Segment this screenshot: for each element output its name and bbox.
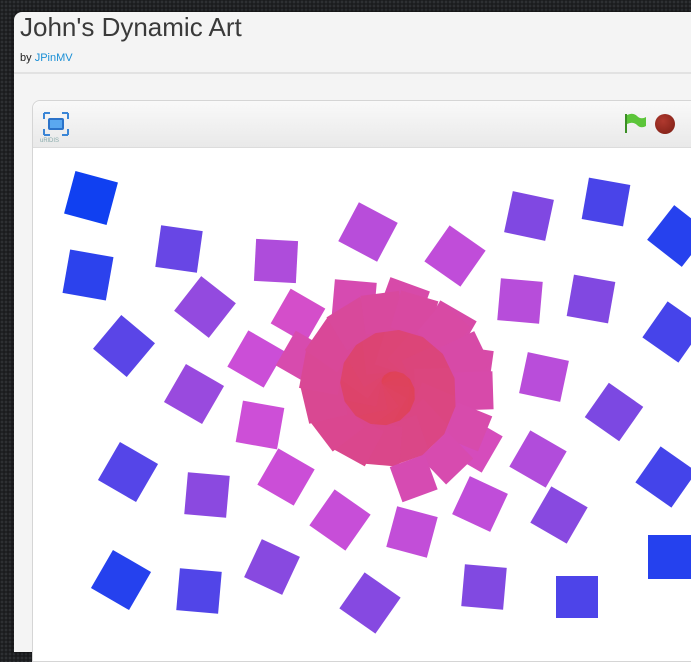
stage-canvas[interactable]: [33, 148, 691, 661]
art-square: [257, 448, 315, 506]
art-square: [635, 446, 691, 508]
art-square: [64, 171, 118, 225]
player-toolbar: uRlDIS: [33, 101, 691, 148]
project-title: John's Dynamic Art: [20, 12, 242, 42]
art-square: [584, 382, 644, 442]
art-square: [174, 276, 236, 338]
green-flag-icon: [625, 113, 646, 133]
header-divider: [14, 72, 691, 74]
art-square: [519, 352, 569, 402]
art-square: [424, 225, 486, 287]
art-square: [642, 301, 691, 363]
art-square: [504, 191, 554, 241]
project-player: uRlDIS: [32, 100, 691, 662]
fullscreen-icon: [43, 112, 69, 136]
art-square: [338, 202, 398, 262]
green-flag-button[interactable]: [623, 112, 647, 134]
fullscreen-caption: uRlDIS: [40, 138, 60, 144]
art-square: [647, 205, 691, 267]
art-square: [556, 576, 598, 618]
art-square: [386, 506, 438, 558]
art-square: [339, 572, 401, 634]
art-square: [235, 400, 285, 450]
byline-prefix: by: [20, 52, 35, 64]
art-square: [93, 315, 155, 377]
art-square: [253, 238, 299, 284]
art-square: [176, 568, 222, 614]
art-square: [227, 330, 285, 388]
stop-button[interactable]: [655, 114, 675, 134]
art-square: [648, 535, 691, 579]
art-square: [461, 564, 507, 610]
art-square: [62, 249, 114, 301]
fullscreen-button[interactable]: [41, 110, 71, 140]
project-page: John's Dynamic Art by JPinMV uRlDIS: [14, 12, 691, 662]
art-square: [90, 549, 152, 611]
art-square: [184, 472, 230, 518]
art-square: [309, 489, 371, 551]
art-square: [530, 486, 588, 544]
art-square: [244, 539, 300, 595]
art-square: [452, 476, 508, 532]
art-square: [497, 278, 543, 324]
art-square: [581, 177, 631, 227]
author-link[interactable]: JPinMV: [35, 52, 73, 64]
art-square: [509, 430, 567, 488]
project-byline: by JPinMV: [20, 52, 73, 64]
art-square: [97, 441, 159, 503]
art-square: [566, 274, 616, 324]
art-square: [163, 363, 225, 425]
art-square: [155, 225, 203, 273]
